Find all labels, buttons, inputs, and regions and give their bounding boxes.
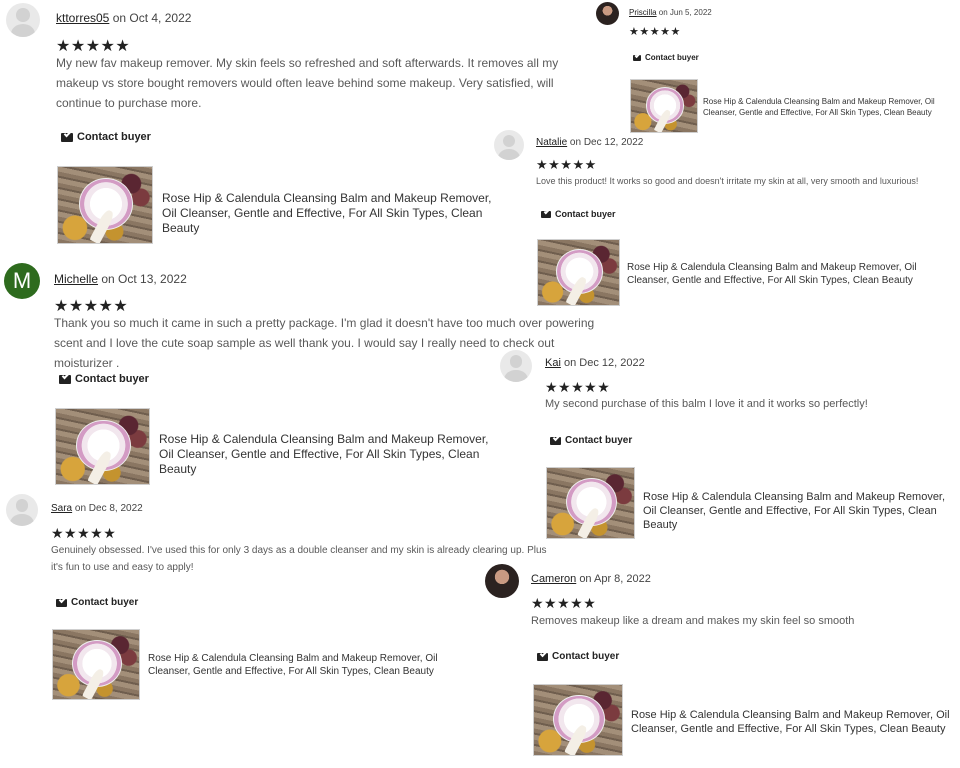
product-thumbnail[interactable] bbox=[537, 239, 620, 306]
star-rating: ★★★★★ bbox=[536, 157, 597, 172]
contact-buyer-label: Contact buyer bbox=[75, 373, 149, 385]
reviewer-name-link[interactable]: Natalie bbox=[536, 137, 567, 148]
envelope-icon bbox=[550, 436, 561, 445]
contact-buyer-button[interactable]: Contact buyer bbox=[537, 651, 619, 662]
review-header: Priscilla on Jun 5, 2022 bbox=[629, 8, 712, 17]
review-date: on Oct 4, 2022 bbox=[112, 11, 192, 25]
user-avatar-icon[interactable] bbox=[596, 2, 619, 25]
envelope-icon bbox=[61, 132, 73, 142]
review-date: on Apr 8, 2022 bbox=[579, 573, 651, 585]
user-avatar-icon[interactable]: M bbox=[4, 263, 40, 299]
product-thumbnail[interactable] bbox=[57, 166, 153, 244]
review-header: Michelle on Oct 13, 2022 bbox=[54, 272, 187, 286]
product-title-link[interactable]: Rose Hip & Calendula Cleansing Balm and … bbox=[627, 261, 927, 287]
contact-buyer-label: Contact buyer bbox=[77, 131, 151, 143]
contact-buyer-button[interactable]: Contact buyer bbox=[61, 131, 151, 143]
product-title-link[interactable]: Rose Hip & Calendula Cleansing Balm and … bbox=[159, 432, 499, 477]
envelope-icon bbox=[56, 598, 67, 607]
contact-buyer-label: Contact buyer bbox=[565, 435, 633, 446]
product-thumbnail[interactable] bbox=[533, 684, 623, 756]
product-thumbnail[interactable] bbox=[546, 467, 635, 539]
star-rating: ★★★★★ bbox=[629, 26, 681, 38]
user-avatar-icon[interactable] bbox=[6, 3, 40, 37]
product-thumbnail[interactable] bbox=[52, 629, 140, 700]
avatar-initial: M bbox=[12, 268, 32, 293]
contact-buyer-button[interactable]: Contact buyer bbox=[59, 373, 149, 385]
user-avatar-icon[interactable] bbox=[500, 350, 532, 382]
reviewer-name-link[interactable]: Sara bbox=[51, 503, 72, 514]
reviewer-name-link[interactable]: kttorres05 bbox=[56, 11, 109, 25]
user-avatar-icon[interactable] bbox=[6, 494, 38, 526]
product-thumbnail[interactable] bbox=[55, 408, 150, 485]
review-header: Kai on Dec 12, 2022 bbox=[545, 357, 645, 369]
star-rating: ★★★★★ bbox=[531, 595, 597, 611]
review-date: on Dec 12, 2022 bbox=[563, 357, 645, 369]
review-header: kttorres05 on Oct 4, 2022 bbox=[56, 11, 191, 25]
review-text: Removes makeup like a dream and makes my… bbox=[531, 615, 855, 627]
envelope-icon bbox=[537, 652, 548, 661]
reviewer-name-link[interactable]: Cameron bbox=[531, 573, 576, 585]
review-text: Genuinely obsessed. I've used this for o… bbox=[51, 545, 547, 573]
contact-buyer-label: Contact buyer bbox=[552, 651, 620, 662]
product-title-link[interactable]: Rose Hip & Calendula Cleansing Balm and … bbox=[643, 490, 953, 532]
review-header: Natalie on Dec 12, 2022 bbox=[536, 137, 643, 148]
star-rating: ★★★★★ bbox=[51, 525, 117, 541]
product-thumbnail[interactable] bbox=[630, 79, 698, 133]
review-date: on Dec 8, 2022 bbox=[74, 503, 143, 514]
review-text: Love this product! It works so good and … bbox=[536, 176, 919, 186]
review-header: Cameron on Apr 8, 2022 bbox=[531, 573, 651, 585]
review-date: on Oct 13, 2022 bbox=[101, 272, 187, 286]
product-title-link[interactable]: Rose Hip & Calendula Cleansing Balm and … bbox=[162, 191, 502, 236]
review-date: on Dec 12, 2022 bbox=[569, 137, 644, 148]
product-title-link[interactable]: Rose Hip & Calendula Cleansing Balm and … bbox=[631, 708, 951, 736]
contact-buyer-button[interactable]: Contact buyer bbox=[550, 435, 632, 446]
review-text: My new fav makeup remover. My skin feels… bbox=[56, 56, 559, 110]
user-avatar-icon[interactable] bbox=[485, 564, 519, 598]
contact-buyer-label: Contact buyer bbox=[71, 597, 139, 608]
contact-buyer-label: Contact buyer bbox=[555, 209, 616, 219]
envelope-icon bbox=[633, 54, 641, 61]
contact-buyer-button[interactable]: Contact buyer bbox=[541, 209, 616, 219]
contact-buyer-button[interactable]: Contact buyer bbox=[56, 597, 138, 608]
contact-buyer-button[interactable]: Contact buyer bbox=[633, 53, 699, 62]
reviewer-name-link[interactable]: Priscilla bbox=[629, 8, 657, 17]
contact-buyer-label: Contact buyer bbox=[645, 53, 699, 62]
star-rating: ★★★★★ bbox=[545, 379, 611, 395]
reviewer-name-link[interactable]: Michelle bbox=[54, 272, 98, 286]
user-avatar-icon[interactable] bbox=[494, 130, 524, 160]
envelope-icon bbox=[59, 374, 71, 384]
reviewer-name-link[interactable]: Kai bbox=[545, 357, 561, 369]
product-title-link[interactable]: Rose Hip & Calendula Cleansing Balm and … bbox=[703, 96, 943, 118]
review-date: on Jun 5, 2022 bbox=[658, 8, 712, 17]
review-header: Sara on Dec 8, 2022 bbox=[51, 503, 143, 514]
product-title-link[interactable]: Rose Hip & Calendula Cleansing Balm and … bbox=[148, 652, 458, 678]
envelope-icon bbox=[541, 210, 551, 218]
review-text: My second purchase of this balm I love i… bbox=[545, 398, 868, 410]
